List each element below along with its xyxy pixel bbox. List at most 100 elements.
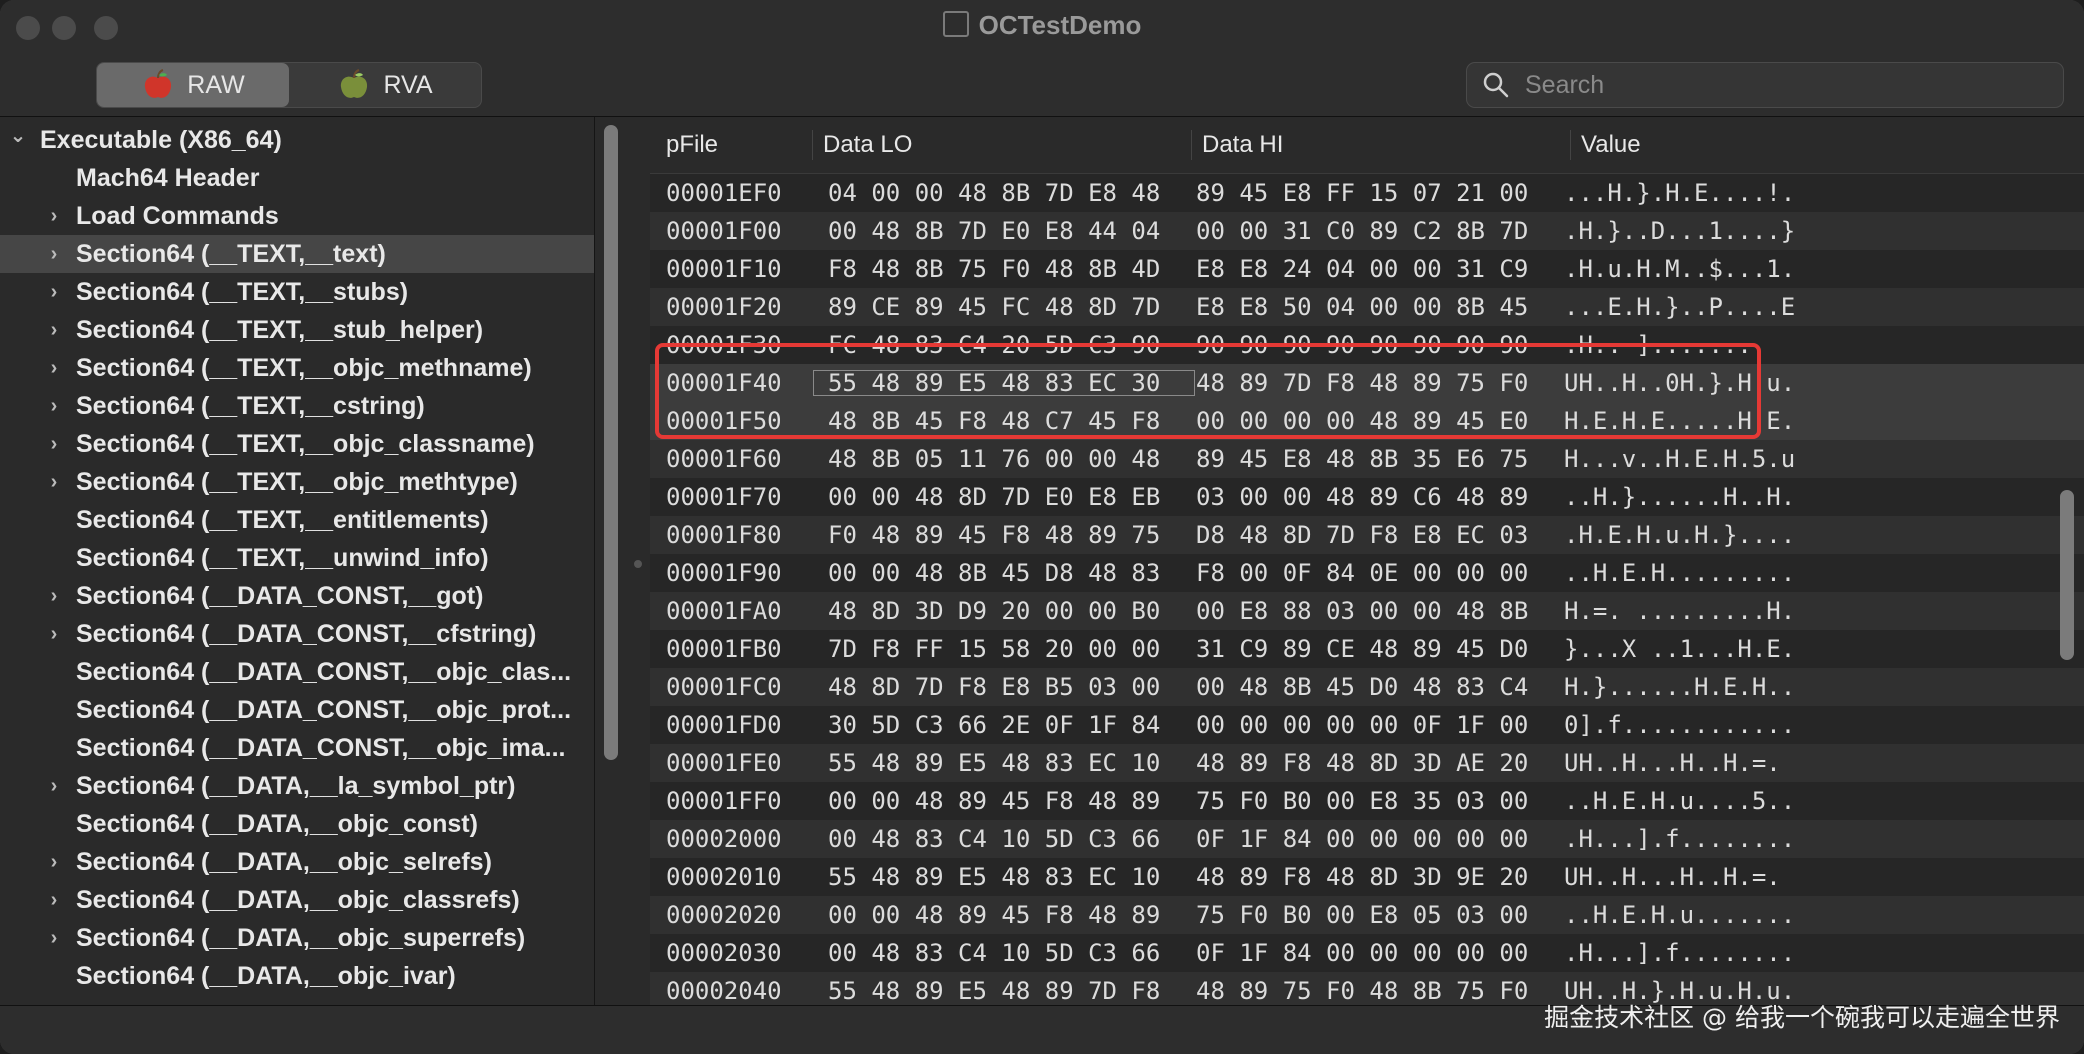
sidebar-item[interactable]: › Section64 (__DATA,__objc_superrefs) <box>0 919 594 957</box>
chevron-right-icon[interactable]: › <box>44 851 64 874</box>
cell-data-hi[interactable]: 89 45 E8 48 8B 35 E6 75 <box>1196 445 1564 473</box>
raw-button[interactable]: RAW <box>97 63 289 107</box>
split-divider-handle[interactable] <box>634 560 642 568</box>
table-scrollbar[interactable] <box>2060 490 2074 660</box>
cell-data-hi[interactable]: 75 F0 B0 00 E8 35 03 00 <box>1196 787 1564 815</box>
cell-data-hi[interactable]: 0F 1F 84 00 00 00 00 00 <box>1196 939 1564 967</box>
cell-value[interactable]: H...v..H.E.H.5.u <box>1564 445 1864 473</box>
cell-data-lo[interactable]: 89 CE 89 45 FC 48 8D 7D <box>812 293 1196 321</box>
cell-pfile[interactable]: 00001F70 <box>650 483 812 511</box>
table-row[interactable]: 00001F90 00 00 48 8B 45 D8 48 83 F8 00 0F … <box>650 554 2084 592</box>
table-row[interactable]: 00001FE0 55 48 89 E5 48 83 EC 10 48 89 F8 … <box>650 744 2084 782</box>
cell-pfile[interactable]: 00002020 <box>650 901 812 929</box>
cell-pfile[interactable]: 00001F80 <box>650 521 812 549</box>
cell-pfile[interactable]: 00001FD0 <box>650 711 812 739</box>
cell-value[interactable]: ..H.E.H.u....... <box>1564 901 1864 929</box>
cell-value[interactable]: UH..H...H..H.=. <box>1564 749 1864 777</box>
cell-value[interactable]: ...E.H.}..P....E <box>1564 293 1864 321</box>
cell-value[interactable]: .H.u.H.M..$...1. <box>1564 255 1864 283</box>
table-row[interactable]: 00001F70 00 00 48 8D 7D E0 E8 EB 03 00 00 … <box>650 478 2084 516</box>
table-row[interactable]: 00001FA0 48 8D 3D D9 20 00 00 B0 00 E8 88 … <box>650 592 2084 630</box>
cell-pfile[interactable]: 00002010 <box>650 863 812 891</box>
sidebar-item[interactable]: › Section64 (__DATA,__objc_classrefs) <box>0 881 594 919</box>
column-header-data-hi[interactable]: Data HI <box>1191 130 1570 160</box>
cell-data-hi[interactable]: 89 45 E8 FF 15 07 21 00 <box>1196 179 1564 207</box>
cell-data-lo[interactable]: 30 5D C3 66 2E 0F 1F 84 <box>812 711 1196 739</box>
table-row[interactable]: 00002000 00 48 83 C4 10 5D C3 66 0F 1F 84 … <box>650 820 2084 858</box>
sidebar-item[interactable]: › Section64 (__DATA,__objc_selrefs) <box>0 843 594 881</box>
table-row[interactable]: 00002010 55 48 89 E5 48 83 EC 10 48 89 F8 … <box>650 858 2084 896</box>
cell-data-hi[interactable]: 00 E8 88 03 00 00 48 8B <box>1196 597 1564 625</box>
cell-data-lo[interactable]: 00 00 48 89 45 F8 48 89 <box>812 901 1196 929</box>
table-row[interactable]: 00001F10 F8 48 8B 75 F0 48 8B 4D E8 E8 24 … <box>650 250 2084 288</box>
cell-data-lo[interactable]: F8 48 8B 75 F0 48 8B 4D <box>812 255 1196 283</box>
chevron-right-icon[interactable]: › <box>44 623 64 646</box>
chevron-right-icon[interactable]: › <box>44 775 64 798</box>
cell-data-hi[interactable]: 31 C9 89 CE 48 89 45 D0 <box>1196 635 1564 663</box>
cell-pfile[interactable]: 00001F20 <box>650 293 812 321</box>
cell-data-lo[interactable]: 00 48 83 C4 10 5D C3 66 <box>812 939 1196 967</box>
cell-pfile[interactable]: 00002000 <box>650 825 812 853</box>
cell-data-lo[interactable]: F0 48 89 45 F8 48 89 75 <box>812 521 1196 549</box>
table-row[interactable]: 00001EF0 04 00 00 48 8B 7D E8 48 89 45 E8 … <box>650 174 2084 212</box>
cell-pfile[interactable]: 00001F10 <box>650 255 812 283</box>
table-row[interactable]: 00001F60 48 8B 05 11 76 00 00 48 89 45 E8 … <box>650 440 2084 478</box>
cell-data-lo[interactable]: 48 8D 7D F8 E8 B5 03 00 <box>812 673 1196 701</box>
chevron-right-icon[interactable]: › <box>44 243 64 266</box>
cell-pfile[interactable]: 00001F00 <box>650 217 812 245</box>
table-row[interactable]: 00001FB0 7D F8 FF 15 58 20 00 00 31 C9 89 … <box>650 630 2084 668</box>
cell-value[interactable]: UH..H...H..H.=. <box>1564 863 1864 891</box>
table-row[interactable]: 00001FC0 48 8D 7D F8 E8 B5 03 00 00 48 8B … <box>650 668 2084 706</box>
sidebar-item[interactable]: Section64 (__TEXT,__entitlements) <box>0 501 594 539</box>
cell-data-lo[interactable]: 00 00 48 89 45 F8 48 89 <box>812 787 1196 815</box>
cell-pfile[interactable]: 00002040 <box>650 977 812 1005</box>
cell-data-hi[interactable]: F8 00 0F 84 0E 00 00 00 <box>1196 559 1564 587</box>
cell-value[interactable]: }...X ..1...H.E. <box>1564 635 1864 663</box>
chevron-right-icon[interactable]: › <box>44 471 64 494</box>
sidebar-item[interactable]: Section64 (__TEXT,__unwind_info) <box>0 539 594 577</box>
cell-data-hi[interactable]: 00 48 8B 45 D0 48 83 C4 <box>1196 673 1564 701</box>
cell-pfile[interactable]: 00001F90 <box>650 559 812 587</box>
cell-data-lo[interactable]: 04 00 00 48 8B 7D E8 48 <box>812 179 1196 207</box>
sidebar-item[interactable]: › Section64 (__TEXT,__text) <box>0 235 594 273</box>
sidebar-item[interactable]: › Section64 (__DATA,__la_symbol_ptr) <box>0 767 594 805</box>
table-row[interactable]: 00001F00 00 48 8B 7D E0 E8 44 04 00 00 31 … <box>650 212 2084 250</box>
chevron-right-icon[interactable]: › <box>44 927 64 950</box>
sidebar-item[interactable]: › Section64 (__TEXT,__cstring) <box>0 387 594 425</box>
cell-data-lo[interactable]: 00 48 83 C4 10 5D C3 66 <box>812 825 1196 853</box>
cell-data-hi[interactable]: 0F 1F 84 00 00 00 00 00 <box>1196 825 1564 853</box>
cell-data-lo[interactable]: 55 48 89 E5 48 83 EC 10 <box>812 749 1196 777</box>
search-field[interactable] <box>1466 62 2064 108</box>
chevron-right-icon[interactable]: › <box>44 395 64 418</box>
chevron-right-icon[interactable]: › <box>44 357 64 380</box>
cell-value[interactable]: ...H.}.H.E....!. <box>1564 179 1864 207</box>
cell-data-hi[interactable]: 00 00 00 00 00 0F 1F 00 <box>1196 711 1564 739</box>
chevron-right-icon[interactable]: › <box>44 433 64 456</box>
sidebar-item[interactable]: › Section64 (__TEXT,__objc_methtype) <box>0 463 594 501</box>
cell-data-lo[interactable]: 00 00 48 8B 45 D8 48 83 <box>812 559 1196 587</box>
column-header-value[interactable]: Value <box>1570 130 1881 160</box>
cell-data-lo[interactable]: 55 48 89 E5 48 89 7D F8 <box>812 977 1196 1005</box>
cell-pfile[interactable]: 00001FB0 <box>650 635 812 663</box>
chevron-right-icon[interactable]: › <box>44 319 64 342</box>
cell-data-hi[interactable]: 48 89 75 F0 48 8B 75 F0 <box>1196 977 1564 1005</box>
cell-data-hi[interactable]: 75 F0 B0 00 E8 05 03 00 <box>1196 901 1564 929</box>
column-header-pfile[interactable]: pFile <box>650 130 812 160</box>
sidebar-scrollbar[interactable] <box>604 125 618 760</box>
sidebar-item[interactable]: › Section64 (__TEXT,__objc_methname) <box>0 349 594 387</box>
cell-value[interactable]: .H.}..D...1....} <box>1564 217 1864 245</box>
chevron-down-icon[interactable]: ⌄ <box>8 123 28 148</box>
cell-value[interactable]: 0].f............ <box>1564 711 1864 739</box>
chevron-right-icon[interactable]: › <box>44 585 64 608</box>
cell-data-hi[interactable]: D8 48 8D 7D F8 E8 EC 03 <box>1196 521 1564 549</box>
sidebar-item[interactable]: › Load Commands <box>0 197 594 235</box>
cell-value[interactable]: H.}......H.E.H.. <box>1564 673 1864 701</box>
cell-data-lo[interactable]: 00 00 48 8D 7D E0 E8 EB <box>812 483 1196 511</box>
cell-data-hi[interactable]: E8 E8 24 04 00 00 31 C9 <box>1196 255 1564 283</box>
cell-value[interactable]: .H...].f........ <box>1564 939 1864 967</box>
cell-value[interactable]: .H...].f........ <box>1564 825 1864 853</box>
table-row[interactable]: 00001F80 F0 48 89 45 F8 48 89 75 D8 48 8D … <box>650 516 2084 554</box>
chevron-right-icon[interactable]: › <box>44 281 64 304</box>
cell-data-hi[interactable]: E8 E8 50 04 00 00 8B 45 <box>1196 293 1564 321</box>
sidebar-item[interactable]: Section64 (__DATA_CONST,__objc_clas... <box>0 653 594 691</box>
